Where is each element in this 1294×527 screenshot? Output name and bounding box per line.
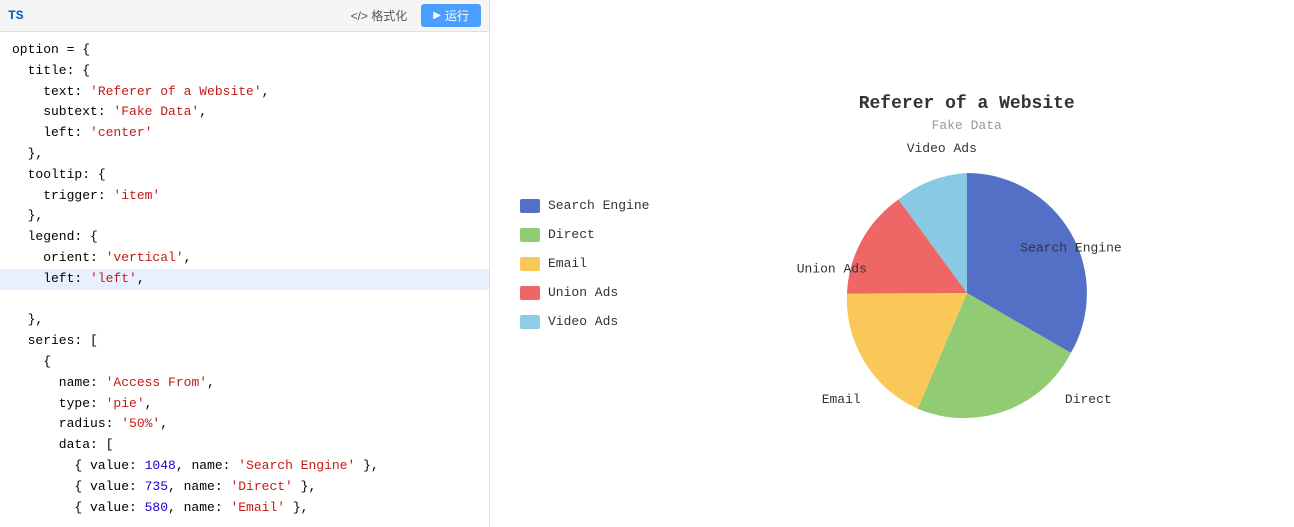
run-button[interactable]: 运行	[421, 4, 481, 27]
code-line: type: 'pie',	[12, 396, 152, 411]
chart-subtitle: Fake Data	[932, 118, 1002, 133]
legend-label-video-ads: Video Ads	[548, 314, 618, 329]
code-line: tooltip: {	[12, 167, 106, 182]
legend-label-direct: Direct	[548, 227, 595, 242]
code-line: radius: '50%',	[12, 416, 168, 431]
legend-color-direct	[520, 228, 540, 242]
code-line: },	[12, 146, 43, 161]
code-line: series: [	[12, 333, 98, 348]
legend-color-union-ads	[520, 286, 540, 300]
code-panel: TS </> 格式化 运行 option = { title: { text: …	[0, 0, 490, 527]
legend-color-video-ads	[520, 315, 540, 329]
code-line: { value: 735, name: 'Direct' },	[12, 479, 316, 494]
code-line: { value: 1048, name: 'Search Engine' },	[12, 458, 379, 473]
legend-item-search-engine: Search Engine	[520, 198, 649, 213]
code-line: legend: {	[12, 229, 98, 244]
legend-label-search-engine: Search Engine	[548, 198, 649, 213]
code-line: { value: 580, name: 'Email' },	[12, 500, 308, 515]
legend-label-union-ads: Union Ads	[548, 285, 618, 300]
legend-item-union-ads: Union Ads	[520, 285, 649, 300]
chart-area: Referer of a Website Fake Data	[659, 84, 1274, 443]
legend-label-email: Email	[548, 256, 587, 271]
chart-legend: Search Engine Direct Email Union Ads Vid…	[510, 188, 659, 339]
format-button[interactable]: </> 格式化	[345, 5, 414, 26]
chart-panel: Search Engine Direct Email Union Ads Vid…	[490, 0, 1294, 527]
code-line: option = {	[12, 42, 90, 57]
legend-color-search-engine	[520, 199, 540, 213]
code-line: {	[12, 354, 51, 369]
code-line: subtext: 'Fake Data',	[12, 104, 207, 119]
code-line: orient: 'vertical',	[12, 250, 191, 265]
toolbar: TS </> 格式化 运行	[0, 0, 489, 32]
code-line: left: 'center'	[12, 125, 152, 140]
chart-container: Search Engine Direct Email Union Ads Vid…	[490, 0, 1294, 527]
code-line: },	[12, 208, 43, 223]
code-content[interactable]: option = { title: { text: 'Referer of a …	[0, 32, 489, 527]
legend-item-email: Email	[520, 256, 649, 271]
ts-badge: TS	[8, 8, 24, 23]
pie-chart-svg	[817, 143, 1117, 443]
code-line: trigger: 'item'	[12, 188, 160, 203]
legend-color-email	[520, 257, 540, 271]
code-line: title: {	[12, 63, 90, 78]
code-line: data: [	[12, 437, 113, 452]
code-line: text: 'Referer of a Website',	[12, 84, 269, 99]
code-line: name: 'Access From',	[12, 375, 215, 390]
legend-item-video-ads: Video Ads	[520, 314, 649, 329]
code-line: },	[12, 312, 43, 327]
pie-chart-wrapper: Search Engine Direct Email Union Ads Vid…	[817, 143, 1117, 443]
code-line-highlight: left: 'left',	[0, 269, 489, 290]
chart-title: Referer of a Website	[859, 94, 1075, 114]
legend-item-direct: Direct	[520, 227, 649, 242]
